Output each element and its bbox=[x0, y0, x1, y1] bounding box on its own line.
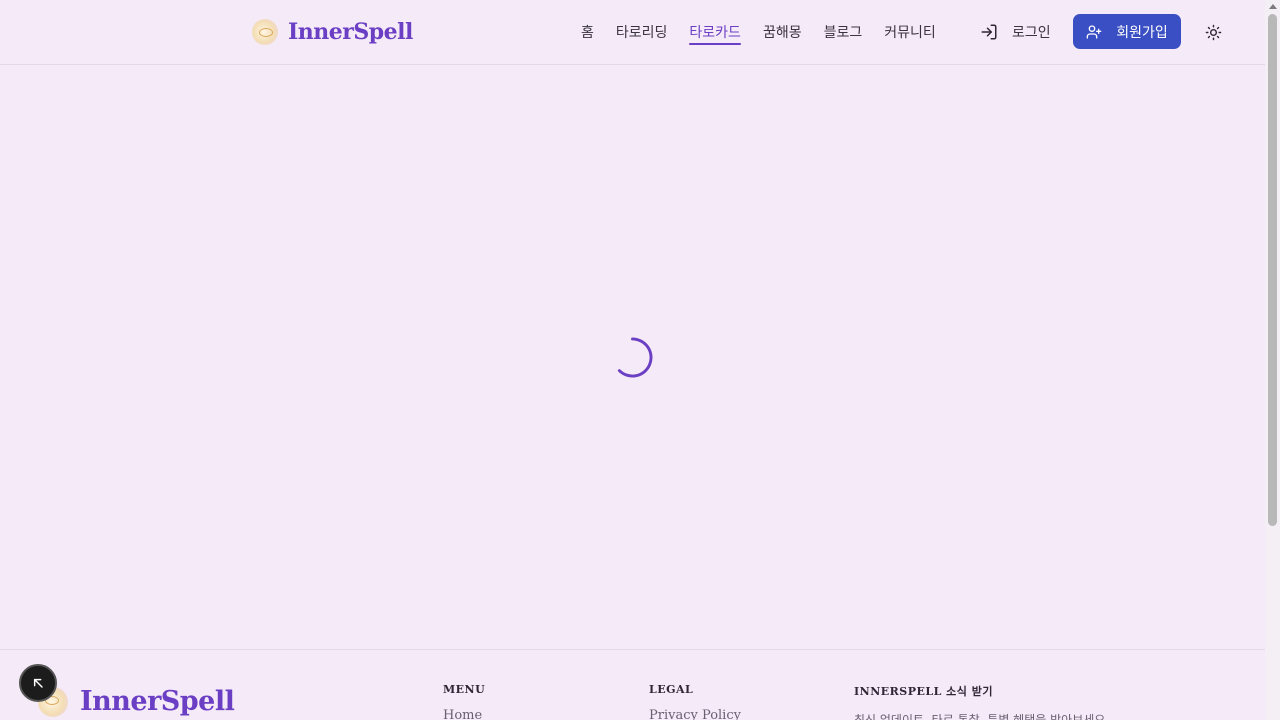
footer-newsletter-text: 최신 업데이트, 타로 통찰, 특별 혜택을 받아보세요 bbox=[854, 713, 1106, 720]
main-nav: 홈 타로리딩 타로카드 꿈해몽 블로그 커뮤니티 bbox=[570, 0, 947, 64]
login-button[interactable]: 로그인 bbox=[980, 16, 1051, 48]
footer-newsletter-heading: INNERSPELL 소식 받기 bbox=[854, 685, 993, 698]
floating-action-button[interactable] bbox=[19, 664, 57, 702]
footer-link-home[interactable]: Home bbox=[443, 708, 485, 720]
footer-logo[interactable]: InnerSpell bbox=[38, 686, 235, 717]
user-plus-icon bbox=[1086, 24, 1102, 39]
page-scrollbar[interactable] bbox=[1265, 0, 1280, 720]
footer-legal-column: LEGAL Privacy Policy bbox=[649, 683, 741, 720]
site-header: InnerSpell 홈 타로리딩 타로카드 꿈해몽 블로그 커뮤니티 로그인 … bbox=[0, 0, 1265, 65]
footer-newsletter-column: INNERSPELL 소식 받기 최신 업데이트, 타로 통찰, 특별 혜택을 … bbox=[854, 683, 1105, 720]
logo-text: InnerSpell bbox=[288, 19, 413, 45]
scroll-up-arrow-icon[interactable] bbox=[1269, 4, 1277, 9]
eye-logo-icon bbox=[252, 19, 278, 45]
theme-toggle-button[interactable] bbox=[1202, 21, 1224, 43]
nav-item-home[interactable]: 홈 bbox=[570, 0, 605, 64]
loading-spinner-icon bbox=[617, 337, 653, 378]
sun-icon bbox=[1205, 24, 1221, 40]
signup-button[interactable]: 회원가입 bbox=[1073, 14, 1181, 49]
footer-logo-text: InnerSpell bbox=[80, 686, 235, 717]
signup-label: 회원가입 bbox=[1116, 24, 1168, 41]
login-label: 로그인 bbox=[1012, 25, 1051, 41]
arrow-up-left-icon bbox=[33, 678, 43, 688]
footer-menu-heading: MENU bbox=[443, 683, 486, 696]
scrollbar-thumb[interactable] bbox=[1268, 14, 1277, 526]
nav-item-tarot-reading[interactable]: 타로리딩 bbox=[605, 0, 679, 64]
login-icon bbox=[981, 24, 997, 40]
footer-link-privacy-policy[interactable]: Privacy Policy bbox=[649, 708, 741, 720]
footer-menu-column: MENU Home bbox=[443, 683, 485, 720]
site-logo[interactable]: InnerSpell bbox=[252, 16, 413, 48]
nav-item-tarot-cards[interactable]: 타로카드 bbox=[678, 0, 752, 64]
nav-item-community[interactable]: 커뮤니티 bbox=[873, 0, 947, 64]
nav-item-blog[interactable]: 블로그 bbox=[813, 0, 874, 64]
nav-item-dream-interpretation[interactable]: 꿈해몽 bbox=[752, 0, 813, 64]
footer-legal-heading: LEGAL bbox=[649, 683, 694, 696]
